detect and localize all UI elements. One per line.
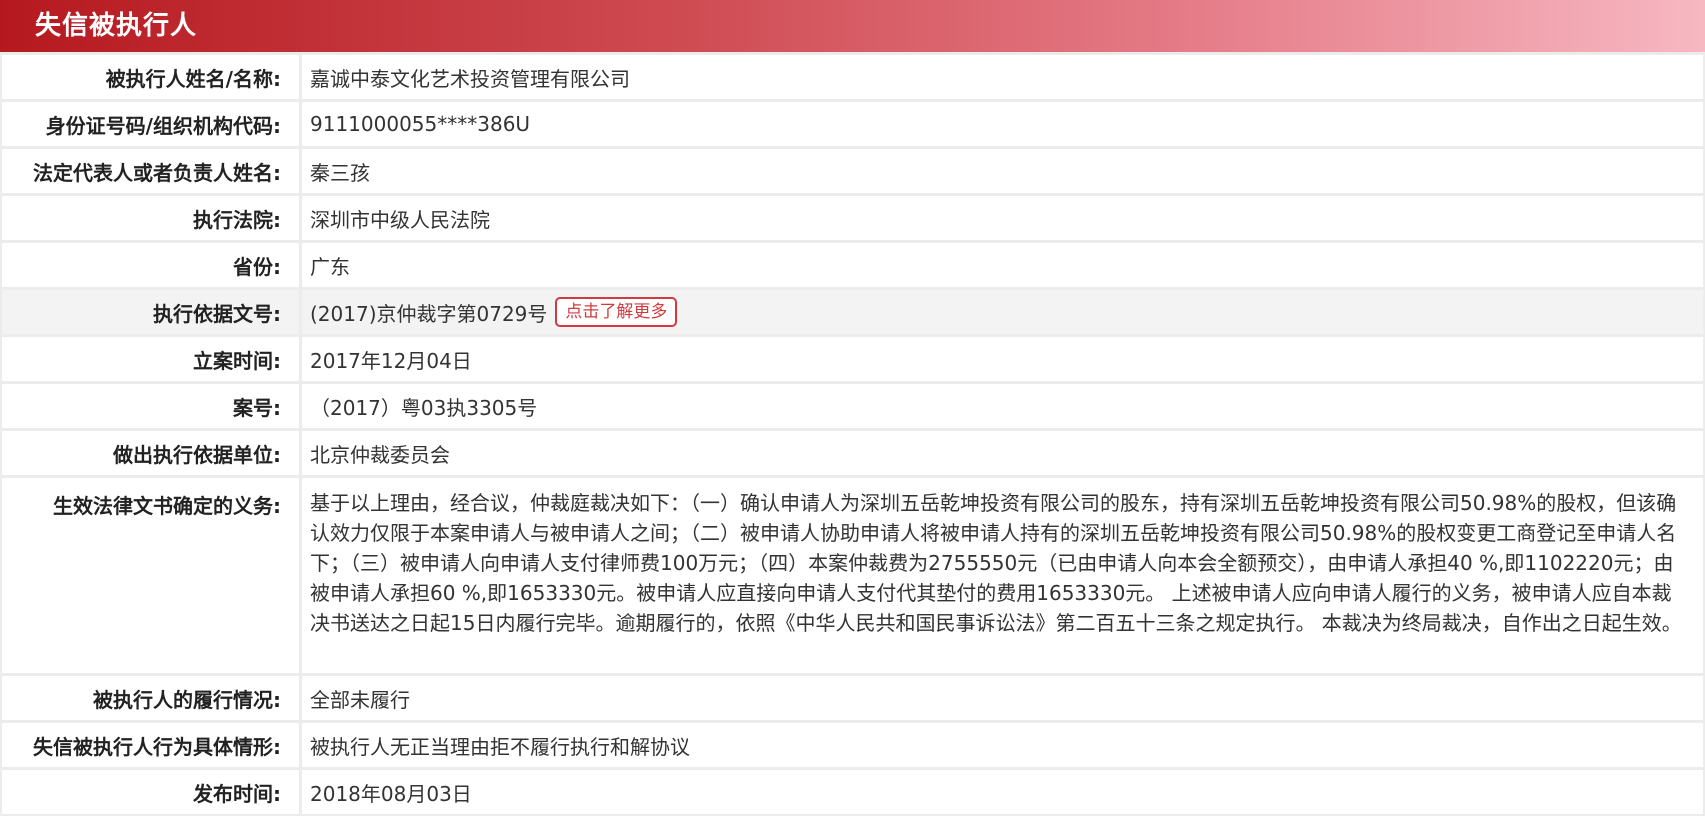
row-court: 执行法院: 深圳市中级人民法院 [2,193,1703,240]
panel-title: 失信被执行人 [0,0,1705,52]
field-label: 案号: [2,384,302,428]
field-value: 北京仲裁委员会 [310,442,450,467]
field-label: 身份证号码/组织机构代码: [2,102,302,146]
row-case-number: 案号: （2017）粤03执3305号 [2,381,1703,428]
info-table: 被执行人姓名/名称: 嘉诚中泰文化艺术投资管理有限公司 身份证号码/组织机构代码… [0,52,1705,816]
row-obligations: 生效法律文书确定的义务: 基于以上理由，经合议，仲裁庭裁决如下：（一）确认申请人… [2,475,1703,673]
field-label: 省份: [2,243,302,287]
row-legal-rep: 法定代表人或者负责人姓名: 秦三孩 [2,146,1703,193]
field-label: 执行依据文号: [2,290,302,334]
field-value: 基于以上理由，经合议，仲裁庭裁决如下：（一）确认申请人为深圳五岳乾坤投资有限公司… [310,491,1682,635]
field-value: 被执行人无正当理由拒不履行执行和解协议 [310,734,690,759]
row-id-code: 身份证号码/组织机构代码: 9111000055****386U [2,99,1703,146]
row-filing-date: 立案时间: 2017年12月04日 [2,334,1703,381]
field-value: 2018年08月03日 [310,781,472,806]
field-value: 全部未履行 [310,687,410,712]
field-value: 9111000055****386U [310,112,531,136]
row-basis-doc: 执行依据文号: (2017)京仲裁字第0729号 点击了解更多 [2,287,1703,334]
field-label: 被执行人的履行情况: [2,676,302,720]
row-publish-date: 发布时间: 2018年08月03日 [2,767,1703,814]
field-label: 被执行人姓名/名称: [2,55,302,99]
field-value: (2017)京仲裁字第0729号 [310,301,548,326]
row-province: 省份: 广东 [2,240,1703,287]
field-value: 广东 [310,254,350,279]
field-label: 法定代表人或者负责人姓名: [2,149,302,193]
field-value: 秦三孩 [310,160,370,185]
row-performance: 被执行人的履行情况: 全部未履行 [2,673,1703,720]
field-label: 生效法律文书确定的义务: [2,478,302,673]
field-label: 发布时间: [2,770,302,814]
field-label: 立案时间: [2,337,302,381]
learn-more-button[interactable]: 点击了解更多 [555,297,678,327]
field-value: 2017年12月04日 [310,348,472,373]
row-name: 被执行人姓名/名称: 嘉诚中泰文化艺术投资管理有限公司 [2,52,1703,99]
row-issuing-unit: 做出执行依据单位: 北京仲裁委员会 [2,428,1703,475]
field-label: 执行法院: [2,196,302,240]
field-value: （2017）粤03执3305号 [310,395,538,420]
dishonest-debtor-panel: 失信被执行人 被执行人姓名/名称: 嘉诚中泰文化艺术投资管理有限公司 身份证号码… [0,0,1705,818]
field-label: 做出执行依据单位: [2,431,302,475]
row-circumstances: 失信被执行人行为具体情形: 被执行人无正当理由拒不履行执行和解协议 [2,720,1703,767]
field-label: 失信被执行人行为具体情形: [2,723,302,767]
field-value: 深圳市中级人民法院 [310,207,490,232]
field-value: 嘉诚中泰文化艺术投资管理有限公司 [310,66,630,91]
field-value-container: (2017)京仲裁字第0729号 点击了解更多 [302,290,1703,334]
